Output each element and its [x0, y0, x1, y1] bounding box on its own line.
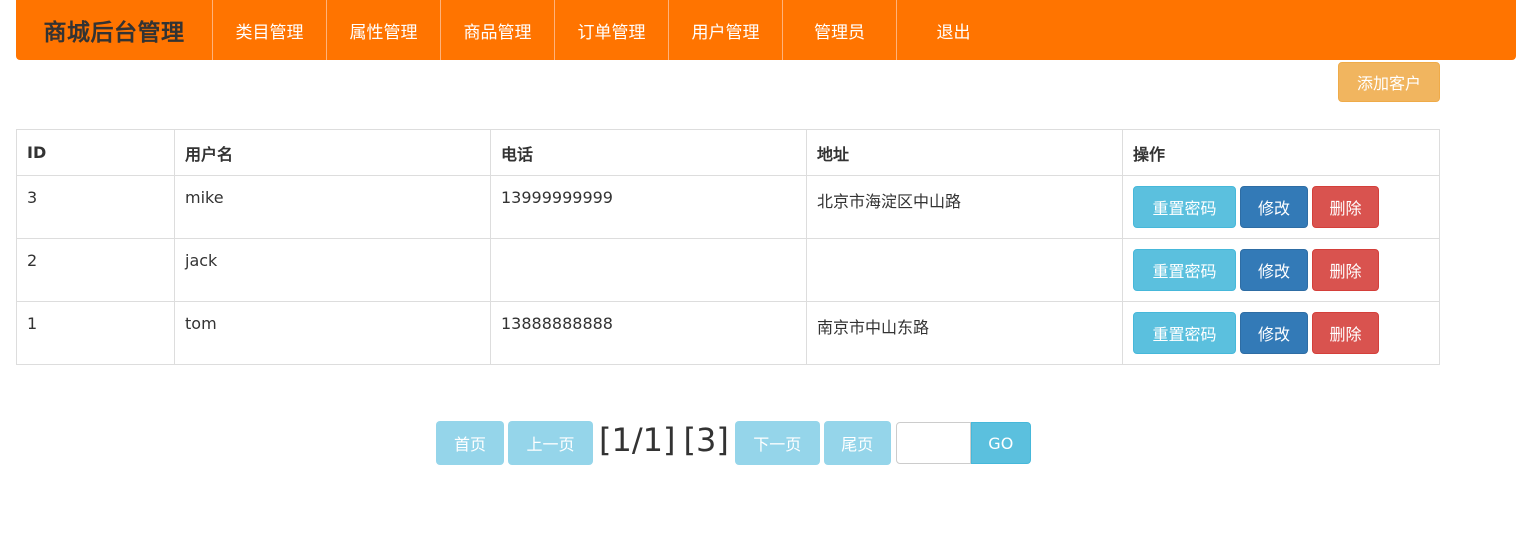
cell-address: 北京市海淀区中山路: [806, 175, 1123, 239]
pagination: 首页 上一页 [1/1] [3] 下一页 尾页 GO: [436, 420, 1031, 466]
edit-button[interactable]: 修改: [1240, 186, 1308, 228]
nav-item-logout[interactable]: 退出: [897, 0, 1010, 60]
header-address: 地址: [806, 129, 1123, 176]
first-page-button[interactable]: 首页: [436, 421, 504, 465]
go-button[interactable]: GO: [970, 422, 1031, 464]
delete-button[interactable]: 删除: [1312, 186, 1379, 228]
user-table: ID 用户名 电话 地址 操作 3 mike 13999999999 北京市海淀…: [16, 129, 1440, 365]
cell-address: [806, 238, 1123, 302]
cell-phone: 13888888888: [490, 301, 807, 365]
cell-id: 2: [16, 238, 175, 302]
total-count: [3]: [683, 421, 729, 459]
brand-title: 商城后台管理: [16, 0, 213, 60]
cell-id: 1: [16, 301, 175, 365]
cell-actions: 重置密码 修改 删除: [1122, 175, 1440, 239]
header-username: 用户名: [174, 129, 491, 176]
nav-item-attribute[interactable]: 属性管理: [327, 0, 441, 60]
last-page-button[interactable]: 尾页: [823, 421, 891, 465]
header-phone: 电话: [490, 129, 807, 176]
cell-username: mike: [174, 175, 491, 239]
delete-button[interactable]: 删除: [1312, 249, 1379, 291]
reset-password-button[interactable]: 重置密码: [1133, 186, 1236, 228]
cell-address: 南京市中山东路: [806, 301, 1123, 365]
header-actions: 操作: [1122, 129, 1440, 176]
top-navbar: 商城后台管理 类目管理 属性管理 商品管理 订单管理 用户管理 管理员 退出: [16, 0, 1516, 60]
cell-phone: [490, 238, 807, 302]
cell-id: 3: [16, 175, 175, 239]
table-header-row: ID 用户名 电话 地址 操作: [16, 129, 1440, 176]
cell-username: tom: [174, 301, 491, 365]
table-row: 2 jack 重置密码 修改 删除: [16, 238, 1440, 302]
prev-page-button[interactable]: 上一页: [508, 421, 593, 465]
header-id: ID: [16, 129, 175, 176]
nav-item-user[interactable]: 用户管理: [669, 0, 783, 60]
page-indicator: [1/1]: [599, 421, 676, 459]
cell-actions: 重置密码 修改 删除: [1122, 238, 1440, 302]
nav-item-order[interactable]: 订单管理: [555, 0, 669, 60]
nav-item-admin[interactable]: 管理员: [783, 0, 897, 60]
delete-button[interactable]: 删除: [1312, 312, 1379, 354]
table-row: 1 tom 13888888888 南京市中山东路 重置密码 修改 删除: [16, 301, 1440, 365]
add-customer-button[interactable]: 添加客户: [1338, 62, 1440, 102]
next-page-button[interactable]: 下一页: [734, 421, 820, 465]
table-row: 3 mike 13999999999 北京市海淀区中山路 重置密码 修改 删除: [16, 175, 1440, 239]
cell-username: jack: [174, 238, 491, 302]
edit-button[interactable]: 修改: [1240, 249, 1308, 291]
nav-item-category[interactable]: 类目管理: [213, 0, 327, 60]
cell-phone: 13999999999: [490, 175, 807, 239]
reset-password-button[interactable]: 重置密码: [1133, 312, 1236, 354]
cell-actions: 重置密码 修改 删除: [1122, 301, 1440, 365]
nav-item-product[interactable]: 商品管理: [441, 0, 555, 60]
page-number-input[interactable]: [895, 422, 971, 464]
edit-button[interactable]: 修改: [1240, 312, 1308, 354]
reset-password-button[interactable]: 重置密码: [1133, 249, 1236, 291]
